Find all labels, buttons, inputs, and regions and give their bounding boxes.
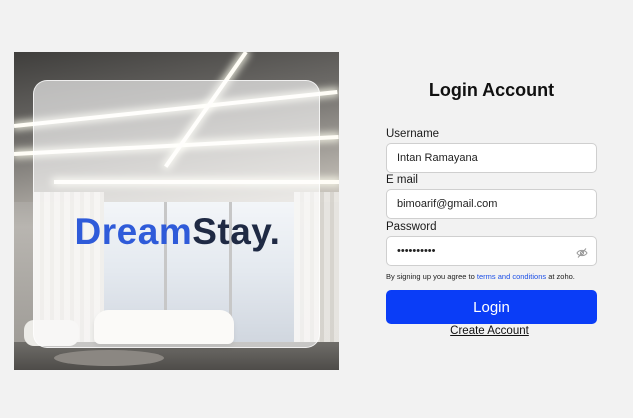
email-input[interactable] (387, 190, 596, 218)
username-input[interactable] (387, 144, 596, 172)
login-button[interactable]: Login (386, 290, 597, 324)
eye-off-icon[interactable] (576, 246, 588, 258)
password-input[interactable] (387, 237, 596, 265)
brand-logo-part2: Stay. (192, 211, 281, 252)
email-label: E mail (386, 174, 418, 186)
brand-card: DreamStay. (33, 80, 320, 348)
terms-suffix: at zoho. (546, 272, 575, 281)
coffee-table (54, 350, 164, 366)
password-label: Password (386, 221, 437, 233)
username-label: Username (386, 128, 440, 140)
password-field[interactable] (386, 236, 597, 266)
brand-logo-part1: Dream (74, 211, 193, 252)
email-field[interactable] (386, 189, 597, 219)
terms-link[interactable]: terms and conditions (477, 272, 546, 281)
terms-prefix: By signing up you agree to (386, 272, 477, 281)
hero-image: DreamStay. (14, 52, 339, 370)
brand-logo: DreamStay. (34, 211, 321, 253)
terms-text: By signing up you agree to terms and con… (386, 272, 575, 281)
create-account-link[interactable]: Create Account (386, 325, 593, 337)
username-field[interactable] (386, 143, 597, 173)
page-title: Login Account (428, 80, 555, 100)
